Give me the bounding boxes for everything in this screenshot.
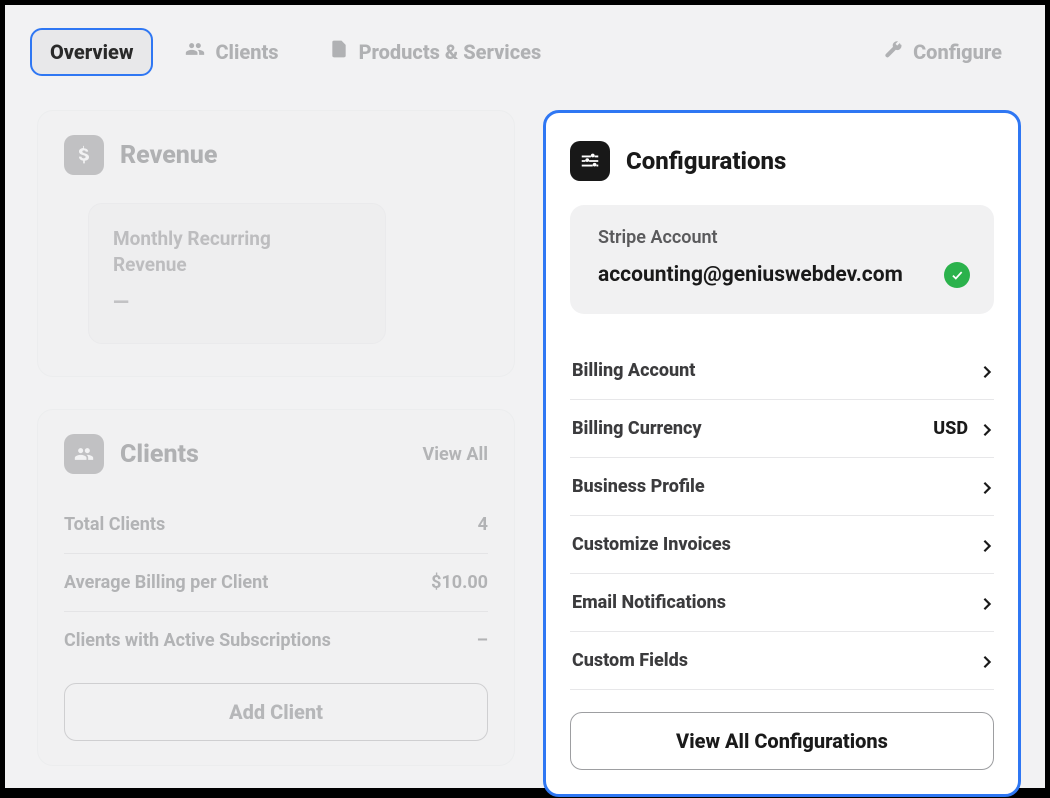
- chevron-right-icon: [982, 538, 992, 552]
- stripe-label: Stripe Account: [598, 227, 970, 248]
- view-all-link[interactable]: View All: [422, 444, 488, 465]
- stripe-email: accounting@geniuswebdev.com: [598, 263, 903, 287]
- tab-bar: Overview Clients Products & Services Con…: [5, 5, 1045, 76]
- config-label: Custom Fields: [572, 650, 688, 671]
- stat-label: Average Billing per Client: [64, 572, 268, 593]
- config-label: Customize Invoices: [572, 534, 731, 555]
- stripe-account-box: Stripe Account accounting@geniuswebdev.c…: [570, 205, 994, 314]
- config-row-business-profile[interactable]: Business Profile: [570, 458, 994, 516]
- tab-label: Clients: [215, 40, 278, 64]
- tab-label: Overview: [50, 40, 133, 64]
- stat-row: Total Clients 4: [64, 496, 488, 554]
- configurations-panel: Configurations Stripe Account accounting…: [543, 110, 1021, 797]
- tab-label: Configure: [913, 40, 1002, 64]
- clients-title: Clients: [120, 440, 199, 469]
- config-row-billing-account[interactable]: Billing Account: [570, 342, 994, 400]
- config-label: Billing Account: [572, 360, 695, 381]
- dollar-icon: [64, 135, 104, 175]
- tab-configure[interactable]: Configure: [865, 27, 1020, 76]
- config-title: Configurations: [626, 147, 786, 175]
- config-row-email-notifications[interactable]: Email Notifications: [570, 574, 994, 632]
- stat-value: –: [477, 630, 488, 651]
- chevron-right-icon: [982, 480, 992, 494]
- tab-label: Products & Services: [359, 40, 542, 64]
- wrench-icon: [883, 39, 903, 64]
- revenue-card: Revenue Monthly Recurring Revenue —: [37, 110, 515, 377]
- mrr-box: Monthly Recurring Revenue —: [88, 203, 386, 344]
- config-label: Email Notifications: [572, 592, 726, 613]
- view-all-configurations-button[interactable]: View All Configurations: [570, 712, 994, 770]
- config-row-billing-currency[interactable]: Billing Currency USD: [570, 400, 994, 458]
- document-icon: [329, 39, 349, 64]
- stat-label: Total Clients: [64, 514, 165, 535]
- config-label: Business Profile: [572, 476, 705, 497]
- people-icon: [64, 434, 104, 474]
- tab-clients[interactable]: Clients: [167, 27, 296, 76]
- chevron-right-icon: [982, 364, 992, 378]
- people-icon: [185, 39, 205, 64]
- stat-row: Average Billing per Client $10.00: [64, 554, 488, 612]
- mrr-value: —: [113, 291, 361, 315]
- chevron-right-icon: [982, 596, 992, 610]
- stat-row: Clients with Active Subscriptions –: [64, 612, 488, 669]
- chevron-right-icon: [982, 422, 992, 436]
- clients-card: Clients View All Total Clients 4 Average…: [37, 409, 515, 766]
- add-client-button[interactable]: Add Client: [64, 683, 488, 741]
- config-row-customize-invoices[interactable]: Customize Invoices: [570, 516, 994, 574]
- tab-overview[interactable]: Overview: [30, 28, 153, 76]
- revenue-title: Revenue: [120, 141, 217, 170]
- stat-label: Clients with Active Subscriptions: [64, 630, 331, 651]
- config-label: Billing Currency: [572, 418, 702, 439]
- sliders-icon: [570, 141, 610, 181]
- config-value: USD: [933, 418, 968, 439]
- check-icon: [944, 262, 970, 288]
- stat-value: 4: [478, 514, 488, 535]
- tab-products[interactable]: Products & Services: [311, 27, 560, 76]
- stat-value: $10.00: [431, 572, 488, 593]
- chevron-right-icon: [982, 654, 992, 668]
- mrr-label: Monthly Recurring Revenue: [113, 226, 361, 277]
- config-row-custom-fields[interactable]: Custom Fields: [570, 632, 994, 690]
